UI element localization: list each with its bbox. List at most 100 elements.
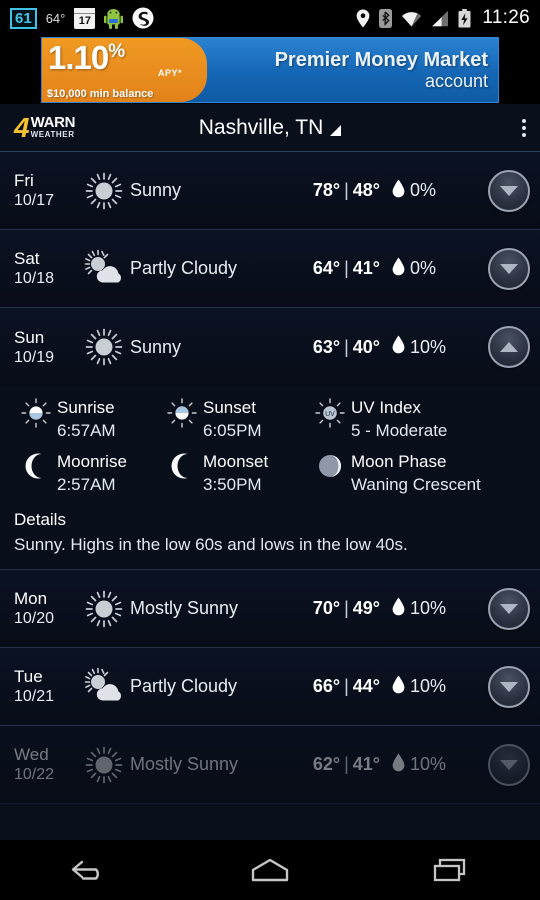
collapse-button-cell [478,326,540,368]
android-robot-icon [104,8,124,29]
moonrise-block: Moonrise 2:57AM [18,450,164,496]
temp-separator: | [344,676,349,696]
forecast-date: Sun 10/19 [14,327,80,368]
forecast-low: 41° [352,754,380,774]
back-icon[interactable] [35,840,145,900]
forecast-datenum: 10/17 [14,192,55,209]
forecast-date: Mon 10/20 [14,588,80,629]
forecast-precip-value: 0% [410,180,437,200]
partly-cloudy-icon [80,667,128,707]
s-logo-icon [132,7,154,29]
status-bar-left: 61 64° 17 [10,7,356,29]
forecast-high: 66° [312,676,341,696]
ad-apy-label: APY* [158,68,183,78]
uv-block: UV UV Index 5 - Moderate [312,396,540,442]
ad-text-panel: Premier Money Market account [207,49,498,92]
expand-row-button[interactable] [488,587,530,630]
forecast-row-tue[interactable]: Tue 10/21 Partly Cloudy 66° | 44° 10% [0,648,540,726]
partly-cloudy-icon [80,249,128,289]
forecast-precip: 10% [392,597,478,621]
sunrise-label: Sunrise [57,398,115,417]
temp-separator: | [344,180,349,200]
forecast-precip-value: 10% [410,598,447,618]
sunset-text: Sunset 6:05PM [203,396,262,442]
moon-phase-icon [312,450,348,480]
sunrise-text: Sunrise 6:57AM [57,396,116,442]
forecast-row-sun[interactable]: Sun 10/19 Sunny 63° | 40° 10% [0,308,540,386]
details-section: Details Sunny. Highs in the low 60s and … [0,500,540,569]
forecast-low: 44° [352,676,380,696]
raindrop-icon [392,179,405,203]
expand-row-button[interactable] [488,665,530,708]
chevron-up-icon [500,342,518,352]
home-icon[interactable] [215,840,325,900]
forecast-temps: 62° | 41° [275,754,380,775]
ad-min-balance: $10,000 min balance [47,88,154,100]
chevron-down-icon [500,759,518,770]
forecast-condition: Sunny [130,336,182,357]
page-title: Nashville, TN [198,115,324,139]
forecast-high: 63° [312,336,341,357]
battery-charging-icon [458,8,471,28]
raindrop-icon [392,335,405,359]
expand-button-cell [478,587,540,630]
recents-icon[interactable] [395,840,505,900]
sunset-value: 6:05PM [203,421,262,440]
phone-screen: 61 64° 17 11:26 1.10% APY* $10,000 min b… [0,0,540,900]
sunset-block: Sunset 6:05PM [164,396,312,442]
forecast-row-fri[interactable]: Fri 10/17 Sunny 78° | 48° 0% [0,152,540,230]
forecast-precip-value: 10% [410,336,447,357]
location-pin-icon [356,9,370,28]
forecast-day: Sun [14,327,45,347]
temp-separator: | [344,336,349,357]
forecast-temps: 63° | 40° [275,337,380,358]
forecast-precip: 10% [392,753,478,777]
wifi-icon [401,10,422,27]
uv-label: UV Index [351,398,421,417]
forecast-precip: 10% [392,675,478,699]
forecast-row-mon[interactable]: Mon 10/20 Mostly Sunny 70° | 49° 10% [0,570,540,648]
collapse-row-button[interactable] [488,326,530,368]
forecast-low: 40° [352,336,380,357]
moonset-value: 3:50PM [203,475,262,494]
bluetooth-icon [379,8,393,28]
temp-separator: | [344,754,349,774]
forecast-condition: Mostly Sunny [130,598,239,618]
status-clock: 11:26 [482,7,530,28]
sunset-icon [164,396,200,428]
cell-signal-icon [431,10,449,27]
forecast-row-wed[interactable]: Wed 10/22 Mostly Sunny 62° | 41° 10% [0,726,540,804]
forecast-precip-value: 10% [410,676,447,696]
forecast-day: Fri [14,171,34,190]
forecast-day: Wed [14,745,49,764]
forecast-condition: Partly Cloudy [130,676,238,696]
moonset-label: Moonset [203,452,269,471]
forecast-condition: Partly Cloudy [130,258,238,278]
expand-row-button[interactable] [488,247,530,290]
expand-button-cell [478,743,540,786]
expand-row-button[interactable] [488,743,530,786]
ad-subheadline: account [424,70,488,91]
mostly-sunny-icon [80,745,128,785]
moonset-block: Moonset 3:50PM [164,450,312,496]
expand-button-cell [478,247,540,290]
moonrise-icon [18,450,54,480]
temp-separator: | [344,258,349,278]
forecast-datenum: 10/19 [14,348,55,366]
overflow-menu-icon[interactable] [522,118,526,137]
forecast-high: 64° [312,258,341,278]
sunrise-block: Sunrise 6:57AM [18,396,164,442]
moonset-text: Moonset 3:50PM [203,450,268,496]
location-selector[interactable]: Nashville, TN [198,115,342,140]
forecast-date: Fri 10/17 [14,170,80,211]
sunrise-icon [18,396,54,428]
forecast-row-sat[interactable]: Sat 10/18 Partly Cloudy 64° | 41° 0% [0,230,540,308]
forecast-low: 49° [352,598,380,618]
ad-banner[interactable]: 1.10% APY* $10,000 min balance Premier M… [41,37,499,103]
uv-text: UV Index 5 - Moderate [351,396,447,442]
ad-banner-container: 1.10% APY* $10,000 min balance Premier M… [0,36,540,104]
expand-row-button[interactable] [488,169,530,212]
chevron-down-icon [500,185,518,196]
expand-button-cell [478,169,540,212]
status-bar-right: 11:26 [356,7,530,29]
